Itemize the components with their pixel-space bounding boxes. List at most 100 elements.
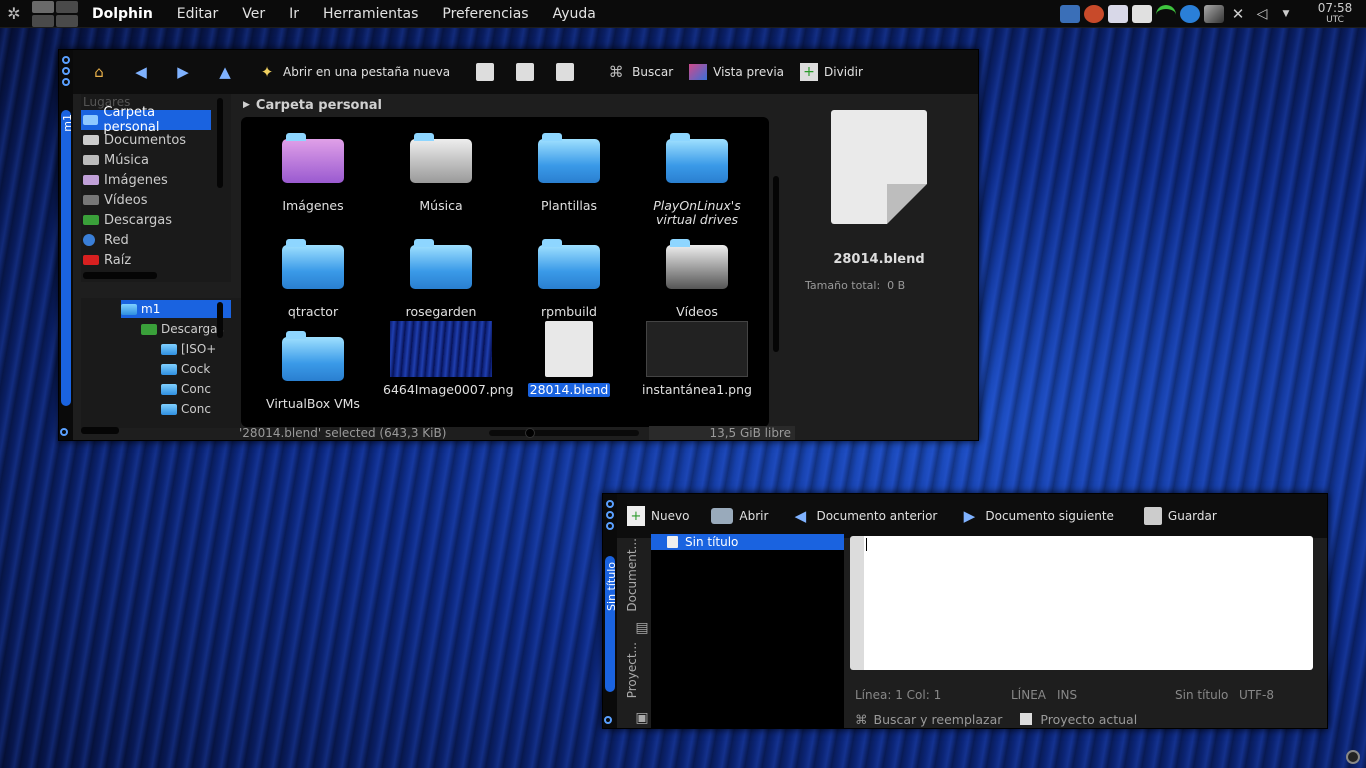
- file-item[interactable]: Vídeos: [637, 237, 757, 319]
- tree-node-sub[interactable]: [ISO+: [161, 340, 221, 358]
- search-replace-tab[interactable]: Buscar y reemplazar: [874, 712, 1003, 727]
- file-item[interactable]: rpmbuild: [509, 237, 629, 319]
- close-icon[interactable]: [60, 428, 68, 436]
- search-button[interactable]: ⌘ Buscar: [606, 62, 673, 82]
- desktop-2[interactable]: [56, 0, 78, 13]
- tree-node-sub[interactable]: Conc: [161, 400, 221, 418]
- place-root[interactable]: Raíz: [81, 250, 231, 270]
- file-item[interactable]: Música: [381, 131, 501, 213]
- details-view-button[interactable]: [516, 63, 540, 81]
- columns-view-button[interactable]: [556, 63, 580, 81]
- forward-button[interactable]: ▶: [173, 62, 199, 82]
- downloads-icon: [83, 215, 99, 225]
- places-hscrollbar[interactable]: [83, 272, 157, 279]
- place-network[interactable]: Red: [81, 230, 231, 250]
- keep-above-icon[interactable]: [606, 511, 614, 519]
- project-side-tab[interactable]: Proyect...: [625, 642, 647, 706]
- encoding[interactable]: UTF-8: [1239, 688, 1279, 704]
- place-music[interactable]: Música: [81, 150, 231, 170]
- file-item[interactable]: qtractor: [253, 237, 373, 319]
- app-name[interactable]: Dolphin: [86, 0, 165, 28]
- tree-node-sub[interactable]: Conc: [161, 380, 221, 398]
- menu-ayuda[interactable]: Ayuda: [541, 0, 608, 28]
- desktop-3[interactable]: [32, 14, 54, 27]
- place-downloads[interactable]: Descargas: [81, 210, 231, 230]
- current-project-tab[interactable]: Proyecto actual: [1040, 712, 1137, 727]
- split-button[interactable]: + Dividir: [800, 63, 863, 81]
- notes-icon[interactable]: [1132, 5, 1152, 23]
- places-scrollbar[interactable]: [217, 98, 223, 188]
- qbittorrent-icon[interactable]: [1180, 5, 1200, 23]
- zoom-slider[interactable]: [489, 428, 639, 438]
- tray-expand-icon[interactable]: ▼: [1276, 5, 1296, 23]
- tools-icon[interactable]: ✕: [1228, 5, 1248, 23]
- menu-button-icon[interactable]: [62, 56, 70, 64]
- virtual-desktop-pager[interactable]: [32, 0, 78, 27]
- next-document-button[interactable]: ▶ Documento siguiente: [959, 506, 1114, 526]
- tree-scrollbar[interactable]: [217, 302, 223, 338]
- desktop-1[interactable]: [32, 0, 54, 13]
- place-label: Imágenes: [104, 172, 168, 188]
- tree-hscrollbar[interactable]: [81, 427, 119, 434]
- edit-mode[interactable]: LÍNEA: [1011, 688, 1057, 704]
- document-item-selected[interactable]: Sin título: [651, 534, 844, 550]
- clock[interactable]: 07:58 UTC: [1304, 2, 1366, 26]
- home-button[interactable]: ⌂: [89, 62, 115, 82]
- open-button[interactable]: Abrir: [711, 508, 768, 524]
- file-view[interactable]: Imágenes Música Plantillas PlayOnLinux's…: [241, 117, 769, 427]
- save-button[interactable]: Guardar: [1143, 507, 1217, 525]
- tree-node-label: Descargas: [161, 322, 224, 336]
- close-icon[interactable]: [604, 716, 612, 724]
- klipper-icon[interactable]: [1108, 5, 1128, 23]
- icons-view-button[interactable]: [476, 63, 500, 81]
- up-button[interactable]: ▲: [215, 62, 241, 82]
- file-item[interactable]: PlayOnLinux's virtual drives: [637, 131, 757, 227]
- tree-node-sub[interactable]: Cock: [161, 360, 221, 378]
- place-pictures[interactable]: Imágenes: [81, 170, 231, 190]
- documents-side-tab[interactable]: Document...: [625, 538, 647, 624]
- shade-icon[interactable]: [62, 78, 70, 86]
- volume-icon[interactable]: ◁: [1252, 5, 1272, 23]
- menu-button-icon[interactable]: [606, 500, 614, 508]
- insert-mode[interactable]: INS: [1057, 688, 1175, 704]
- file-view-scrollbar[interactable]: [773, 176, 779, 352]
- breadcrumb-current[interactable]: Carpeta personal: [256, 98, 382, 113]
- window-title-tab[interactable]: m1: [61, 110, 74, 406]
- menu-ver[interactable]: Ver: [230, 0, 277, 28]
- menu-preferencias[interactable]: Preferencias: [430, 0, 540, 28]
- file-item[interactable]: rosegarden: [381, 237, 501, 319]
- desktop-toolbox-icon[interactable]: [1346, 750, 1360, 764]
- new-tab-button[interactable]: ✦ Abrir en una pestaña nueva: [257, 62, 450, 82]
- file-item[interactable]: VirtualBox VMs: [253, 329, 373, 411]
- file-item[interactable]: 6464Image0007.png: [381, 321, 514, 397]
- wifi-icon[interactable]: [1156, 5, 1176, 23]
- desktop-4[interactable]: [56, 14, 78, 27]
- place-home[interactable]: Carpeta personal: [81, 105, 211, 135]
- menu-editar[interactable]: Editar: [165, 0, 230, 28]
- clock-zone: UTC: [1326, 15, 1344, 25]
- text-editor-area[interactable]: [850, 536, 1313, 670]
- tree-node-m1[interactable]: m1: [121, 300, 231, 318]
- new-button[interactable]: + Nuevo: [627, 506, 689, 526]
- breadcrumb[interactable]: ▶ Carpeta personal: [239, 94, 828, 116]
- battery-plug-icon[interactable]: [1204, 5, 1224, 23]
- shade-icon[interactable]: [606, 522, 614, 530]
- videos-folder-icon: [666, 239, 728, 299]
- kde-menu-icon[interactable]: ✲: [0, 0, 28, 28]
- back-button[interactable]: ◀: [131, 62, 157, 82]
- menu-herramientas[interactable]: Herramientas: [311, 0, 430, 28]
- downloads-folder-icon: [141, 323, 157, 335]
- previous-document-button[interactable]: ◀ Documento anterior: [790, 506, 938, 526]
- file-item[interactable]: Plantillas: [509, 131, 629, 213]
- file-item[interactable]: instantánea1.png: [637, 321, 757, 397]
- file-item-selected[interactable]: 28014.blend: [509, 321, 629, 397]
- preview-button[interactable]: Vista previa: [689, 64, 784, 80]
- keep-above-icon[interactable]: [62, 67, 70, 75]
- file-item[interactable]: Imágenes: [253, 131, 373, 213]
- place-videos[interactable]: Vídeos: [81, 190, 231, 210]
- tree-node-label: Conc: [181, 402, 211, 416]
- menu-ir[interactable]: Ir: [277, 0, 311, 28]
- firefox-icon[interactable]: [1084, 5, 1104, 23]
- display-icon[interactable]: [1060, 5, 1080, 23]
- window-title-tab[interactable]: Sin título: [605, 556, 618, 692]
